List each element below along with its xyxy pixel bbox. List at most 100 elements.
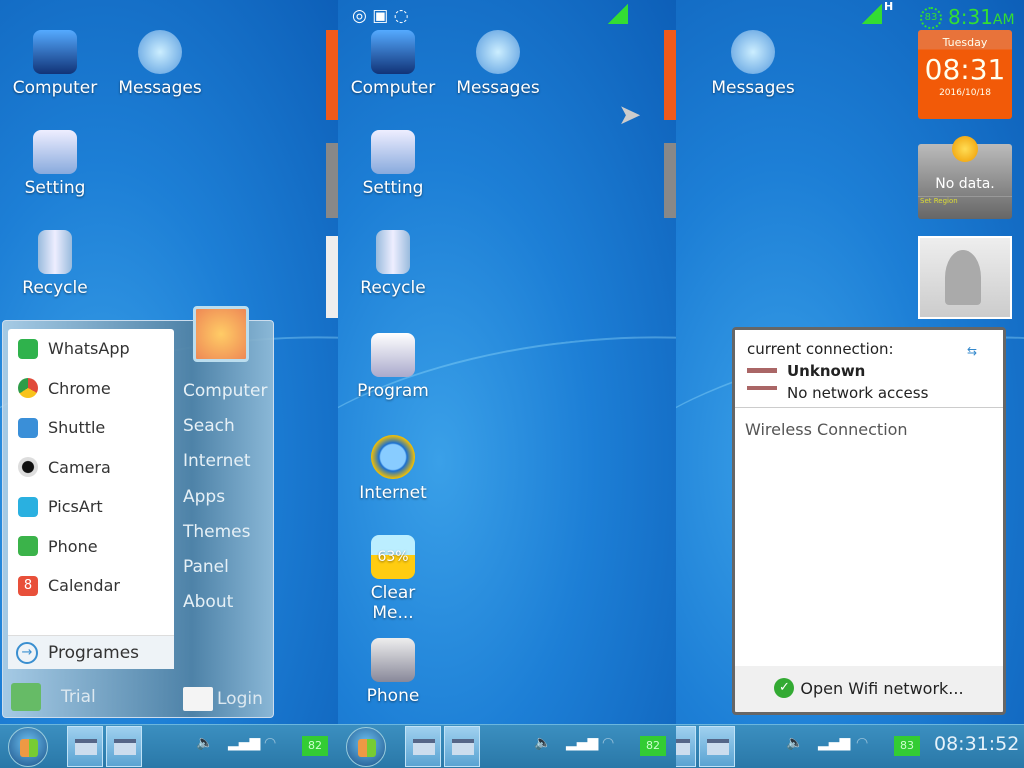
user-trial[interactable]: Trial <box>11 683 96 711</box>
start-button[interactable] <box>8 727 48 767</box>
desktop-screen-1: Computer Messages Setting Recycle WhatsA… <box>0 0 338 768</box>
desktop-icon-recycle[interactable]: Recycle <box>10 230 100 298</box>
chat-notification-icon: ◌ <box>393 6 409 26</box>
internet-explorer-icon <box>371 435 415 479</box>
arrow-right-circle-icon: → <box>16 641 38 664</box>
speaker-icon[interactable]: 🔈 <box>786 735 803 751</box>
desktop-icon-computer[interactable]: Computer <box>10 30 100 98</box>
whatsapp-icon <box>18 338 38 359</box>
link-search[interactable]: Seach <box>183 416 268 451</box>
desktop-screen-3: H 83 8:31AM Messages Tuesday 08:31 2016/… <box>676 0 1024 768</box>
link-computer[interactable]: Computer <box>183 381 268 416</box>
desktop-icon-program[interactable]: Program <box>348 333 438 401</box>
link-internet[interactable]: Internet <box>183 451 268 486</box>
user-avatar-icon <box>11 683 41 711</box>
window-icon <box>676 739 690 755</box>
desktop-icon-setting[interactable]: Setting <box>10 130 100 198</box>
refresh-icon[interactable]: ⇆ <box>967 344 977 358</box>
taskbar-window-1[interactable] <box>67 726 103 767</box>
battery-indicator: 82 <box>302 736 328 756</box>
desk-phone-icon <box>371 638 415 682</box>
chat-bubble-icon <box>731 30 775 74</box>
wifi-off-icon[interactable]: ◠ <box>602 735 614 751</box>
person-silhouette-icon <box>945 250 981 305</box>
wifi-off-icon[interactable]: ◠ <box>856 735 868 751</box>
speaker-icon[interactable]: 🔈 <box>534 735 551 751</box>
battery-status-icon: 83 <box>920 7 942 29</box>
start-menu-links: Computer Seach Internet Apps Themes Pane… <box>183 381 268 627</box>
battery-indicator: 82 <box>640 736 666 756</box>
music-note-icon <box>18 417 38 438</box>
user-picture <box>193 306 249 362</box>
taskbar-clock[interactable]: 08:31:52 <box>934 733 1019 755</box>
signal-bars-icon: ▂▄▆ <box>818 735 851 751</box>
link-apps[interactable]: Apps <box>183 487 268 522</box>
cell-signal-icon <box>608 4 628 24</box>
windows-logo-icon <box>358 739 376 757</box>
phone-icon <box>18 536 38 557</box>
link-about[interactable]: About <box>183 592 268 627</box>
recycle-bin-icon <box>38 230 72 274</box>
desktop-icon-internet[interactable]: Internet <box>348 435 438 503</box>
login-user-icon <box>183 687 213 711</box>
taskbar-window-2[interactable] <box>699 726 735 767</box>
wifi-off-icon[interactable]: ◠ <box>264 735 276 751</box>
taskbar-window-2[interactable] <box>106 726 142 767</box>
programs-button[interactable]: → Programes <box>8 635 174 669</box>
chrome-icon <box>18 378 38 399</box>
desktop-icon-recycle[interactable]: Recycle <box>348 230 438 298</box>
signal-bars-icon: ▂▄▆ <box>228 735 261 751</box>
computer-icon <box>33 30 77 74</box>
menu-item-phone[interactable]: Phone <box>8 527 174 567</box>
desktop-icon-messages[interactable]: Messages <box>115 30 205 98</box>
camera-icon <box>18 457 38 478</box>
status-time: 8:31AM <box>948 5 1015 29</box>
menu-item-shuttle[interactable]: Shuttle <box>8 408 174 448</box>
settings-icon <box>371 130 415 174</box>
taskbar-window-1[interactable] <box>676 726 696 767</box>
desktop-icon-clear-memory[interactable]: 63% Clear Me... <box>348 535 438 623</box>
clock-widget[interactable]: Tuesday 08:31 2016/10/18 <box>918 30 1012 119</box>
menu-item-picsart[interactable]: PicsArt <box>8 487 174 527</box>
open-wifi-network-button[interactable]: ✓ Open Wifi network... <box>735 666 1003 710</box>
taskbar-window-1[interactable] <box>405 726 441 767</box>
taskbar: 🔈 ▂▄▆ ◠ 82 <box>0 724 338 768</box>
window-icon <box>114 739 136 755</box>
window-icon <box>707 739 729 755</box>
bench-icon <box>747 368 777 390</box>
contact-photo-widget[interactable] <box>918 236 1012 319</box>
window-icon <box>452 739 474 755</box>
taskbar-window-2[interactable] <box>444 726 480 767</box>
computer-icon <box>371 30 415 74</box>
start-menu-app-list: WhatsApp Chrome Shuttle Camera PicsArt P… <box>8 329 174 669</box>
set-region-link[interactable]: Set Region <box>918 196 1012 205</box>
desktop-icon-setting[interactable]: Setting <box>348 130 438 198</box>
network-type: H <box>884 0 894 13</box>
image-notification-icon: ▣ <box>372 6 389 26</box>
recycle-bin-icon <box>376 230 410 274</box>
picsart-icon <box>18 496 38 517</box>
cell-signal-icon <box>862 4 882 24</box>
menu-item-camera[interactable]: Camera <box>8 448 174 488</box>
link-themes[interactable]: Themes <box>183 522 268 557</box>
chat-bubble-icon <box>138 30 182 74</box>
wireless-connection-section: Wireless Connection <box>735 408 1003 666</box>
link-panel[interactable]: Panel <box>183 557 268 592</box>
desktop-icon-messages[interactable]: Messages <box>453 30 543 98</box>
whatsapp-notification-icon: ◎ <box>352 6 367 26</box>
desktop-icon-computer[interactable]: Computer <box>348 30 438 98</box>
clock-widget-edge <box>326 30 338 120</box>
menu-item-whatsapp[interactable]: WhatsApp <box>8 329 174 369</box>
check-circle-icon: ✓ <box>774 678 795 698</box>
menu-item-calendar[interactable]: 8 Calendar <box>8 566 174 606</box>
battery-indicator: 83 <box>894 736 920 756</box>
speaker-icon[interactable]: 🔈 <box>196 735 213 751</box>
start-button[interactable] <box>346 727 386 767</box>
login-button[interactable]: Login <box>183 687 263 711</box>
desktop-icon-phone[interactable]: Phone <box>348 638 438 706</box>
settings-icon <box>33 130 77 174</box>
weather-widget[interactable]: No data. Set Region <box>918 136 1012 219</box>
menu-item-chrome[interactable]: Chrome <box>8 369 174 409</box>
desktop-icon-messages[interactable]: Messages <box>708 30 798 98</box>
start-menu: WhatsApp Chrome Shuttle Camera PicsArt P… <box>2 306 274 718</box>
